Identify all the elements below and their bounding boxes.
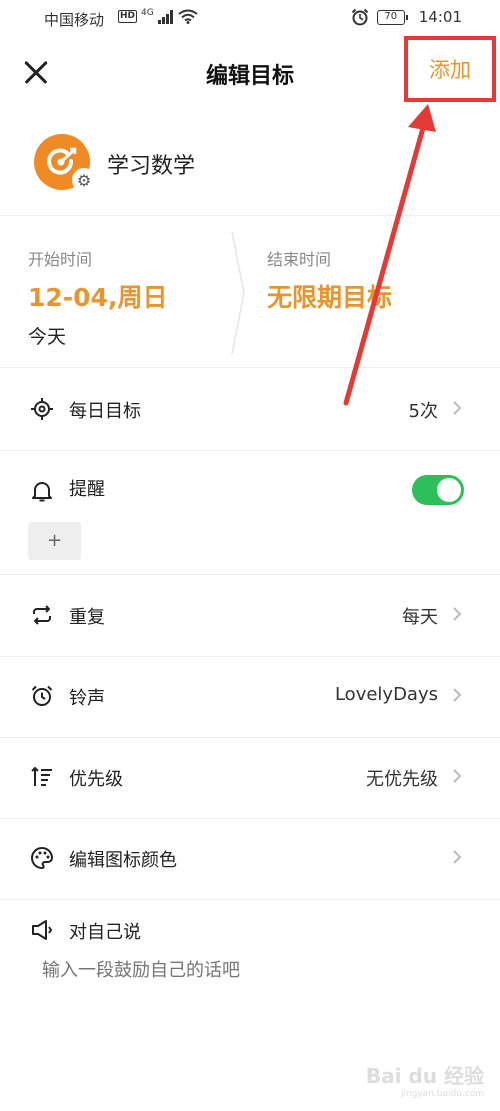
gear-icon[interactable]: ⚙	[72, 168, 96, 192]
chevron-right-icon	[453, 850, 462, 864]
bell-icon	[32, 482, 52, 502]
ringtone-row[interactable]: 铃声 LovelyDays	[0, 656, 500, 738]
crosshair-target-icon	[31, 398, 53, 420]
status-right: 70 14:01	[351, 8, 462, 26]
chevron-right-icon	[453, 688, 462, 702]
end-date-value: 无限期目标	[267, 283, 393, 312]
watermark-brand: Bai du 经验	[365, 1064, 484, 1088]
repeat-icon	[33, 605, 51, 625]
daily-goal-value: 5次	[408, 401, 438, 422]
chevron-right-icon	[453, 401, 462, 415]
chevron-right-icon	[453, 607, 462, 621]
priority-value: 无优先级	[366, 769, 438, 790]
add-reminder-button[interactable]: +	[28, 522, 81, 560]
speaker-icon	[32, 920, 53, 940]
priority-row[interactable]: 优先级 无优先级	[0, 737, 500, 819]
priority-label: 优先级	[69, 769, 123, 790]
daily-goal-label: 每日目标	[69, 401, 141, 422]
hd-badge: HD	[118, 10, 138, 23]
add-button[interactable]: 添加	[404, 36, 496, 102]
start-date-value: 12-04,周日	[28, 283, 168, 312]
network-type: 4G	[141, 8, 154, 18]
signal-icon	[157, 9, 173, 24]
ringtone-value: LovelyDays	[334, 684, 438, 705]
watermark: Bai du 经验 jingyan.baidu.com	[366, 1060, 484, 1099]
note-input[interactable]	[42, 960, 462, 981]
toggle-knob	[437, 478, 461, 502]
wifi-icon	[178, 9, 198, 24]
icon-color-label: 编辑图标颜色	[69, 850, 177, 871]
status-bar: 中国移动 HD 4G 70 14:01	[0, 0, 500, 36]
alarm-clock-icon	[351, 8, 368, 26]
chevron-right-icon	[453, 769, 462, 783]
carrier-name: 中国移动	[44, 11, 105, 29]
ringtone-label: 铃声	[69, 688, 105, 709]
date-range: 开始时间 12-04,周日 今天 结束时间 无限期目标	[0, 216, 500, 368]
end-date-picker[interactable]: 结束时间 无限期目标	[267, 246, 392, 314]
date-divider-icon	[231, 231, 245, 355]
reminder-toggle[interactable]	[412, 475, 464, 505]
alarm-clock-icon	[31, 685, 53, 706]
battery-icon: 70	[376, 9, 408, 25]
clock-time: 14:01	[418, 8, 462, 26]
repeat-value: 每天	[402, 607, 438, 628]
priority-sort-icon	[31, 766, 52, 786]
palette-icon	[31, 846, 54, 870]
network-indicators: HD 4G	[118, 9, 198, 24]
start-date-sub: 今天	[28, 326, 67, 348]
goal-row[interactable]: ⚙ 学习数学	[0, 118, 500, 216]
note-label: 对自己说	[69, 922, 141, 943]
goal-name[interactable]: 学习数学	[107, 148, 195, 180]
header: 编辑目标 添加	[0, 36, 500, 108]
start-date-picker[interactable]: 开始时间 12-04,周日 今天	[28, 246, 167, 349]
end-date-label: 结束时间	[267, 250, 332, 269]
add-button-label: 添加	[429, 58, 471, 82]
reminder-label: 提醒	[69, 479, 105, 500]
repeat-label: 重复	[69, 607, 105, 628]
repeat-row[interactable]: 重复 每天	[0, 575, 500, 657]
start-date-label: 开始时间	[28, 250, 93, 269]
icon-color-row[interactable]: 编辑图标颜色	[0, 818, 500, 900]
watermark-url: jingyan.baidu.com	[400, 1089, 484, 1099]
daily-goal-row[interactable]: 每日目标 5次	[0, 369, 500, 451]
